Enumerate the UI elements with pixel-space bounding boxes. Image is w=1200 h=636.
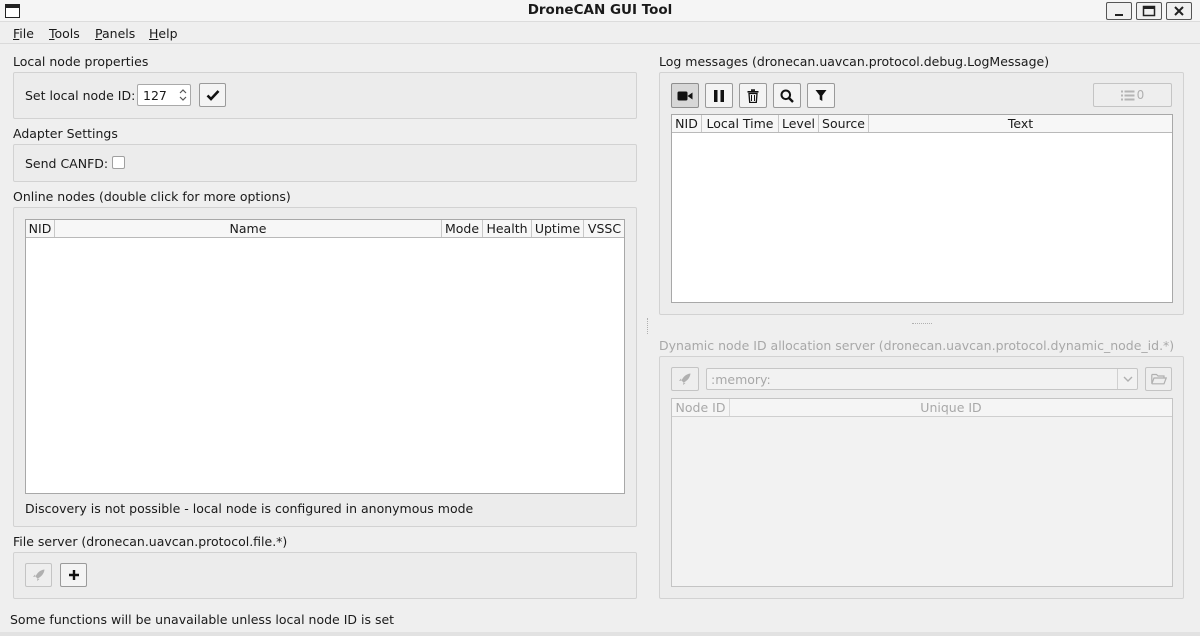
- online-nodes-group: NID Name Mode Health Uptime VSSC Discove…: [13, 207, 637, 527]
- column-header-node-id[interactable]: Node ID: [672, 399, 730, 416]
- allocator-database-combo[interactable]: :memory:: [706, 368, 1138, 390]
- dynamic-node-id-section-title: Dynamic node ID allocation server (drone…: [659, 338, 1175, 353]
- online-nodes-section-title: Online nodes (double click for more opti…: [13, 189, 291, 204]
- list-icon: [1120, 90, 1135, 100]
- log-clear-button[interactable]: [739, 83, 767, 108]
- search-icon: [780, 89, 794, 103]
- minimize-icon: [1115, 14, 1123, 16]
- vertical-splitter-handle[interactable]: [647, 318, 650, 334]
- log-record-button[interactable]: [671, 83, 699, 108]
- column-header-uptime[interactable]: Uptime: [532, 220, 584, 237]
- column-header-unique-id[interactable]: Unique ID: [730, 399, 1172, 416]
- column-header-vssc[interactable]: VSSC: [584, 220, 625, 237]
- adapter-group: Send CANFD:: [13, 144, 637, 182]
- allocation-table[interactable]: Node ID Unique ID: [671, 398, 1173, 587]
- adapter-section-title: Adapter Settings: [13, 126, 118, 141]
- log-search-button[interactable]: [773, 83, 801, 108]
- menu-tools[interactable]: Tools: [49, 26, 80, 41]
- online-nodes-header: NID Name Mode Health Uptime VSSC: [26, 220, 624, 238]
- folder-open-icon: [1150, 373, 1167, 385]
- column-header-level[interactable]: Level: [779, 115, 819, 132]
- allocator-database-value: :memory:: [711, 372, 771, 387]
- discovery-notice: Discovery is not possible - local node i…: [25, 501, 474, 516]
- combo-dropdown-arrow[interactable]: [1117, 369, 1137, 389]
- pause-icon: [714, 89, 724, 102]
- rocket-icon: [32, 569, 44, 581]
- column-header-text[interactable]: Text: [869, 115, 1172, 132]
- local-node-id-value: 127: [143, 88, 167, 103]
- log-messages-header: NID Local Time Level Source Text: [672, 115, 1172, 133]
- column-header-nid[interactable]: NID: [26, 220, 55, 237]
- menu-bar: File Tools Panels Help: [0, 22, 1200, 44]
- minimize-button[interactable]: [1106, 2, 1132, 20]
- allocation-table-header: Node ID Unique ID: [672, 399, 1172, 417]
- dynamic-node-id-group: :memory: Node ID Unique ID: [659, 356, 1184, 599]
- column-header-health[interactable]: Health: [483, 220, 532, 237]
- allocator-start-button[interactable]: [671, 367, 699, 391]
- bottom-edge: [0, 632, 1200, 636]
- log-messages-section-title: Log messages (dronecan.uavcan.protocol.d…: [659, 54, 1050, 69]
- allocator-open-folder-button[interactable]: [1145, 367, 1172, 391]
- plus-icon: [68, 570, 79, 580]
- chevron-down-icon: [1123, 376, 1132, 382]
- rocket-icon: [679, 373, 691, 385]
- local-node-id-label: Set local node ID:: [25, 88, 136, 103]
- local-node-section-title: Local node properties: [13, 54, 149, 69]
- menu-help[interactable]: Help: [149, 26, 178, 41]
- video-camera-icon: [677, 91, 693, 100]
- column-header-local-time[interactable]: Local Time: [702, 115, 779, 132]
- canfd-label: Send CANFD:: [25, 156, 109, 171]
- window-title: DroneCAN GUI Tool: [527, 2, 673, 18]
- file-server-section-title: File server (dronecan.uavcan.protocol.fi…: [13, 534, 288, 549]
- file-server-add-button[interactable]: [60, 563, 87, 587]
- file-server-start-button[interactable]: [25, 563, 52, 587]
- maximize-icon: [1142, 5, 1156, 17]
- spin-arrows-icon[interactable]: [177, 86, 189, 104]
- log-count: 0: [1136, 88, 1145, 102]
- log-messages-table[interactable]: NID Local Time Level Source Text: [671, 114, 1173, 303]
- local-node-group: Set local node ID: 127: [13, 72, 637, 119]
- log-count-button[interactable]: 0: [1093, 83, 1172, 107]
- column-header-log-nid[interactable]: NID: [672, 115, 702, 132]
- close-icon: [1174, 6, 1184, 16]
- file-server-group: [13, 552, 637, 599]
- column-header-source[interactable]: Source: [819, 115, 869, 132]
- local-node-id-spinbox[interactable]: 127: [137, 84, 191, 106]
- maximize-button[interactable]: [1136, 2, 1162, 20]
- close-window-button[interactable]: [1166, 2, 1192, 20]
- canfd-checkbox[interactable]: [112, 156, 125, 169]
- menu-panels[interactable]: Panels: [95, 26, 135, 41]
- horizontal-splitter-handle[interactable]: [912, 323, 932, 325]
- apply-node-id-button[interactable]: [199, 83, 226, 107]
- trash-icon: [747, 88, 759, 103]
- log-messages-group: 0 NID Local Time Level Source Text: [659, 72, 1184, 315]
- column-header-mode[interactable]: Mode: [442, 220, 483, 237]
- title-bar: DroneCAN GUI Tool: [0, 0, 1200, 22]
- online-nodes-table[interactable]: NID Name Mode Health Uptime VSSC: [25, 219, 625, 494]
- status-bar-message: Some functions will be unavailable unles…: [10, 612, 395, 627]
- column-header-name[interactable]: Name: [55, 220, 442, 237]
- menu-file[interactable]: File: [13, 26, 34, 41]
- filter-icon: [815, 90, 827, 101]
- check-icon: [206, 90, 219, 101]
- log-pause-button[interactable]: [705, 83, 733, 108]
- log-filter-button[interactable]: [807, 83, 835, 108]
